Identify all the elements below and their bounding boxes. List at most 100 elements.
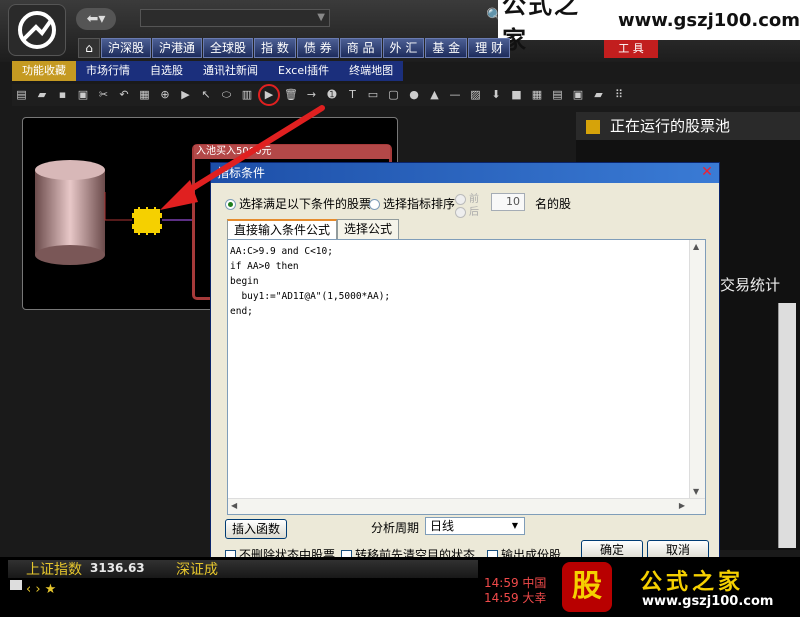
indicator-condition-dialog: 指标条件 ✕ 选择满足以下条件的股票 选择指标排序 前 后 10 名的股 直接输… (210, 162, 720, 562)
scroll-left-icon[interactable]: ◀ (231, 501, 237, 510)
scroll-right-icon[interactable]: ▶ (679, 501, 685, 510)
save-icon[interactable]: ▪ (53, 87, 72, 103)
text-icon[interactable]: T (343, 87, 362, 103)
trade-stats-label[interactable]: 交易统计 (720, 274, 780, 295)
pointer-icon[interactable]: ↖ (197, 87, 216, 103)
market-tabs: ⌂ 沪深股 沪港通 全球股 指 数 债 券 商 品 外 汇 基 金 理 财 (78, 38, 511, 58)
tab-forex[interactable]: 外 汇 (382, 38, 425, 58)
menu-terminal-map[interactable]: 终端地图 (339, 61, 403, 81)
right-scrollbar[interactable] (778, 303, 796, 548)
apps-icon[interactable]: ⠿ (610, 87, 629, 103)
bottom-brand-watermark: 股 公式之家 www.gszj100.com (560, 562, 780, 612)
radio-rank-label: 选择指标排序 (383, 197, 456, 211)
database-icon[interactable]: ⬭ (217, 87, 236, 103)
rank-count-suffix: 名的股 (535, 197, 572, 211)
menu-excel[interactable]: Excel插件 (268, 61, 339, 81)
ticker-item[interactable]: 14:59 大幸 (484, 591, 546, 606)
rect-icon[interactable]: ▭ (364, 87, 383, 103)
vertical-scrollbar[interactable]: ▲ ▼ (689, 240, 705, 498)
address-dropdown[interactable]: ▼ (140, 9, 330, 27)
run-condition-icon[interactable]: ▶ (258, 84, 280, 106)
tab-shanghai-hk[interactable]: 沪港通 (152, 38, 203, 58)
tab-select-formula[interactable]: 选择公式 (337, 219, 400, 239)
period-value: 日线 (430, 519, 455, 533)
tab-wealth[interactable]: 理 财 (468, 38, 511, 58)
menu-watchlist[interactable]: 自选股 (140, 61, 193, 81)
horizontal-scrollbar[interactable]: ◀ ▶ (228, 498, 705, 514)
triangle-icon[interactable]: ▲ (425, 87, 444, 103)
green-box-icon[interactable]: ■ (507, 87, 526, 103)
record-icon[interactable]: ▶ (176, 87, 195, 103)
folder-icon[interactable]: ▰ (589, 87, 608, 103)
chart-icon[interactable]: ▨ (466, 87, 485, 103)
rank-count-input[interactable]: 10 (491, 193, 525, 211)
radio-disabled-icon (455, 206, 466, 218)
menu-news[interactable]: 通讯社新闻 (193, 61, 268, 81)
index-value: 3136.63 (90, 561, 145, 575)
zoom-icon[interactable]: ⊕ (156, 87, 175, 103)
grid-icon[interactable]: ▦ (135, 87, 154, 103)
running-pool-header[interactable]: 正在运行的股票池 (576, 112, 800, 140)
index-name-2[interactable]: 深证成 (176, 559, 218, 579)
insert-function-button[interactable]: 插入函数 (225, 519, 287, 539)
tab-shenzhen-shanghai[interactable]: 沪深股 (101, 38, 152, 58)
toolbar: ▤ ▰ ▪ ▣ ✂ ↶ ▦ ⊕ ▶ ↖ ⬭ ▥ ▶ 🗑 → ➊ T ▭ ▢ ● … (12, 84, 800, 106)
arrow-right-icon[interactable]: → (302, 87, 321, 103)
chevron-down-icon: ▼ (317, 12, 325, 23)
bottom-brand-name: 公式之家 (640, 570, 745, 595)
menu-market[interactable]: 市场行情 (76, 61, 140, 81)
home-icon[interactable]: ⌂ (78, 38, 100, 58)
brand-name: 公式之家 (502, 0, 580, 54)
badge-icon[interactable]: ➊ (323, 87, 342, 103)
period-label: 分析周期 (371, 521, 420, 535)
radio-condition[interactable]: 选择满足以下条件的股票 (225, 195, 371, 212)
menu-bar: 功能收藏 市场行情 自选股 通讯社新闻 Excel插件 终端地图 (12, 61, 404, 81)
stock-pool-icon[interactable]: ▥ (238, 87, 257, 103)
open-folder-icon[interactable]: ▰ (33, 87, 52, 103)
radio-rank[interactable]: 选择指标排序 (369, 195, 455, 212)
tools-button[interactable]: 工 具 (604, 40, 658, 58)
dialog-title-text: 指标条件 (217, 166, 266, 180)
app-logo-icon[interactable] (8, 4, 66, 56)
scroll-down-icon[interactable]: ▼ (693, 487, 699, 496)
close-icon[interactable]: ✕ (699, 165, 715, 181)
undo-icon[interactable]: ↶ (115, 87, 134, 103)
brand-watermark: 公式之家 www.gszj100.com (498, 0, 800, 54)
grid-icon (586, 119, 600, 134)
period-select[interactable]: 日线 ▼ (425, 517, 525, 535)
trash-icon[interactable]: 🗑 (282, 87, 301, 103)
ticker-item[interactable]: 14:59 中国 (484, 576, 546, 591)
brand-url: www.gszj100.com (617, 9, 800, 31)
line-icon[interactable]: — (446, 87, 465, 103)
new-file-icon[interactable]: ▤ (12, 87, 31, 103)
nav-arrows-icon[interactable]: ‹ › ★ (26, 582, 56, 597)
download-icon[interactable]: ⬇ (487, 87, 506, 103)
mail-icon[interactable] (10, 580, 22, 590)
tab-direct-input[interactable]: 直接输入条件公式 (227, 219, 338, 239)
print-icon[interactable]: ▣ (74, 87, 93, 103)
circle-icon[interactable]: ● (405, 87, 424, 103)
stack-icon[interactable]: ▣ (569, 87, 588, 103)
formula-code[interactable]: AA:C>9.9 and C<10; if AA>0 then begin bu… (230, 244, 390, 319)
index-name[interactable]: 上证指数 (26, 559, 82, 579)
pool-node-title: 入池买入5000元 (194, 145, 390, 159)
back-icon[interactable]: ⬅▾ (76, 8, 116, 30)
tab-commodities[interactable]: 商 品 (339, 38, 382, 58)
tab-global[interactable]: 全球股 (203, 38, 254, 58)
scroll-up-icon[interactable]: ▲ (693, 242, 699, 251)
menu-favorites[interactable]: 功能收藏 (12, 61, 76, 81)
layers-icon[interactable]: ▤ (548, 87, 567, 103)
brand-gu-logo: 股 (562, 562, 612, 612)
news-ticker[interactable]: 14:59 中国 14:59 大幸 (484, 576, 546, 606)
formula-editor[interactable]: AA:C>9.9 and C<10; if AA>0 then begin bu… (227, 239, 706, 515)
bottom-brand-url: www.gszj100.com (642, 594, 774, 609)
condition-node-icon[interactable] (132, 207, 162, 235)
tab-bonds[interactable]: 债 券 (296, 38, 339, 58)
radio-on-icon (225, 199, 236, 210)
tab-funds[interactable]: 基 金 (425, 38, 468, 58)
tab-index[interactable]: 指 数 (254, 38, 296, 58)
cut-icon[interactable]: ✂ (94, 87, 113, 103)
table-icon[interactable]: ▦ (528, 87, 547, 103)
database-node-icon[interactable] (35, 160, 105, 265)
rounded-rect-icon[interactable]: ▢ (384, 87, 403, 103)
